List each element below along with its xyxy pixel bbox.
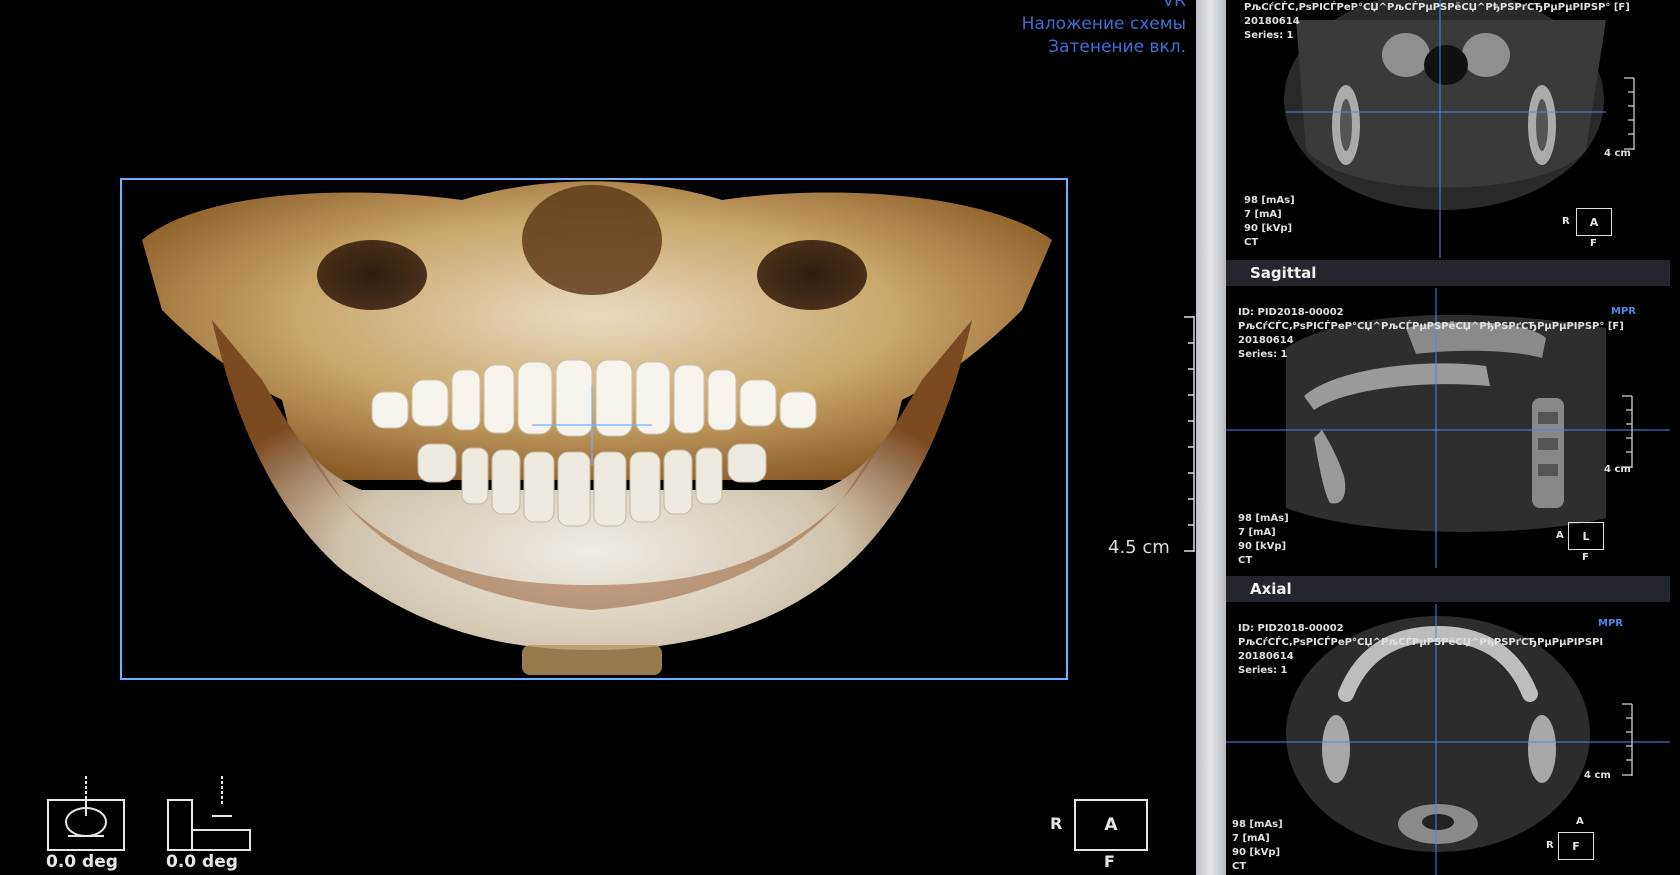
render-mode-label: VR <box>1162 0 1186 11</box>
main-scale-label: 4.5 cm <box>1108 537 1170 558</box>
rotation-angle-right: 0.0 deg <box>166 852 238 872</box>
axial-modality: CT <box>1232 861 1247 872</box>
axial-orient-top: A <box>1576 816 1584 827</box>
sagittal-orientation-cube[interactable]: L <box>1568 522 1604 550</box>
main-3d-viewport[interactable]: VR Наложение схемы Затенение вкл. 4.5 cm… <box>0 0 1196 875</box>
axial-kvp: 90 [kVp] <box>1232 847 1281 858</box>
rotation-angle-left: 0.0 deg <box>46 852 118 872</box>
volume-render-frame[interactable] <box>120 178 1068 680</box>
sagittal-ma: 7 [mA] <box>1238 527 1276 538</box>
head-tilt-icon[interactable] <box>46 776 126 851</box>
coronal-date: 20180614 <box>1244 16 1300 27</box>
shading-label: Затенение вкл. <box>1048 37 1186 57</box>
render-overlay-text: VR Наложение схемы Затенение вкл. <box>1021 0 1186 59</box>
sagittal-modality: CT <box>1238 555 1253 566</box>
coronal-scale-label: 4 cm <box>1604 148 1631 159</box>
sagittal-series: Series: 1 <box>1238 349 1288 360</box>
coronal-patient-name: PљCѓCЃC‚PsPICЃPeP°CЏ^PљCЃPµPSPёCЏ^PђPSPґ… <box>1244 2 1630 13</box>
sagittal-kvp: 90 [kVp] <box>1238 541 1287 552</box>
axial-orientation-cube[interactable]: F <box>1558 832 1594 860</box>
mpr-panel: PљCѓCЃC‚PsPICЃPeP°CЏ^PљCЃPµPSPёCЏ^PђPSPґ… <box>1226 0 1680 875</box>
sagittal-scale-label: 4 cm <box>1604 464 1631 475</box>
overlay-scheme-label: Наложение схемы <box>1021 14 1186 34</box>
coronal-kvp: 90 [kVp] <box>1244 223 1293 234</box>
sagittal-view[interactable]: ID: PID2018-00002 MPR PљCѓCЃC‚PsPICЃPeP°… <box>1226 288 1670 568</box>
axial-ma: 7 [mA] <box>1232 833 1270 844</box>
orientation-cube[interactable]: A <box>1074 799 1148 851</box>
sagittal-patient-name: PљCѓCЃC‚PsPICЃPeP°CЏ^PљCЃPµPSPёCЏ^PђPSPґ… <box>1238 321 1624 332</box>
axial-header[interactable]: Axial <box>1226 576 1670 602</box>
coronal-orientation-cube[interactable]: A <box>1576 208 1612 236</box>
axial-scale-label: 4 cm <box>1584 770 1611 781</box>
coronal-series: Series: 1 <box>1244 30 1294 41</box>
axial-view[interactable]: ID: PID2018-00002 MPR PљCѓCЃC‚PsPICЃPeP°… <box>1226 604 1670 875</box>
axial-series: Series: 1 <box>1238 665 1288 676</box>
sagittal-patient-id: ID: PID2018-00002 <box>1238 307 1344 318</box>
orient-left-letter: R <box>1050 814 1063 833</box>
skull-volume-render <box>142 181 1052 675</box>
sagittal-mas: 98 [mAs] <box>1238 513 1289 524</box>
viewport-splitter[interactable] <box>1196 0 1226 875</box>
sagittal-header[interactable]: Sagittal <box>1226 260 1670 286</box>
sagittal-orient-left: A <box>1556 530 1564 541</box>
sagittal-mpr-tag: MPR <box>1611 306 1636 317</box>
sagittal-orient-bottom: F <box>1582 552 1589 563</box>
coronal-orient-bottom: F <box>1590 238 1597 249</box>
axial-orient-left: R <box>1546 840 1554 851</box>
coronal-mas: 98 [mAs] <box>1244 195 1295 206</box>
axial-mpr-tag: MPR <box>1598 618 1623 629</box>
main-scale-bar <box>1184 316 1195 552</box>
head-side-icon[interactable] <box>166 776 254 851</box>
coronal-view[interactable]: PљCѓCЃC‚PsPICЃPeP°CЏ^PљCЃPµPSPёCЏ^PђPSPґ… <box>1226 0 1670 258</box>
coronal-orient-left: R <box>1562 216 1570 227</box>
coronal-ma: 7 [mA] <box>1244 209 1282 220</box>
orient-bottom-letter: F <box>1104 852 1115 871</box>
sagittal-date: 20180614 <box>1238 335 1294 346</box>
axial-patient-name: PљCѓCЃC‚PsPICЃPeP°CЏ^PљCЃPµPSPёCЏ^PђPSPґ… <box>1238 637 1604 648</box>
coronal-modality: CT <box>1244 237 1259 248</box>
axial-date: 20180614 <box>1238 651 1294 662</box>
axial-mas: 98 [mAs] <box>1232 819 1283 830</box>
axial-patient-id: ID: PID2018-00002 <box>1238 623 1344 634</box>
